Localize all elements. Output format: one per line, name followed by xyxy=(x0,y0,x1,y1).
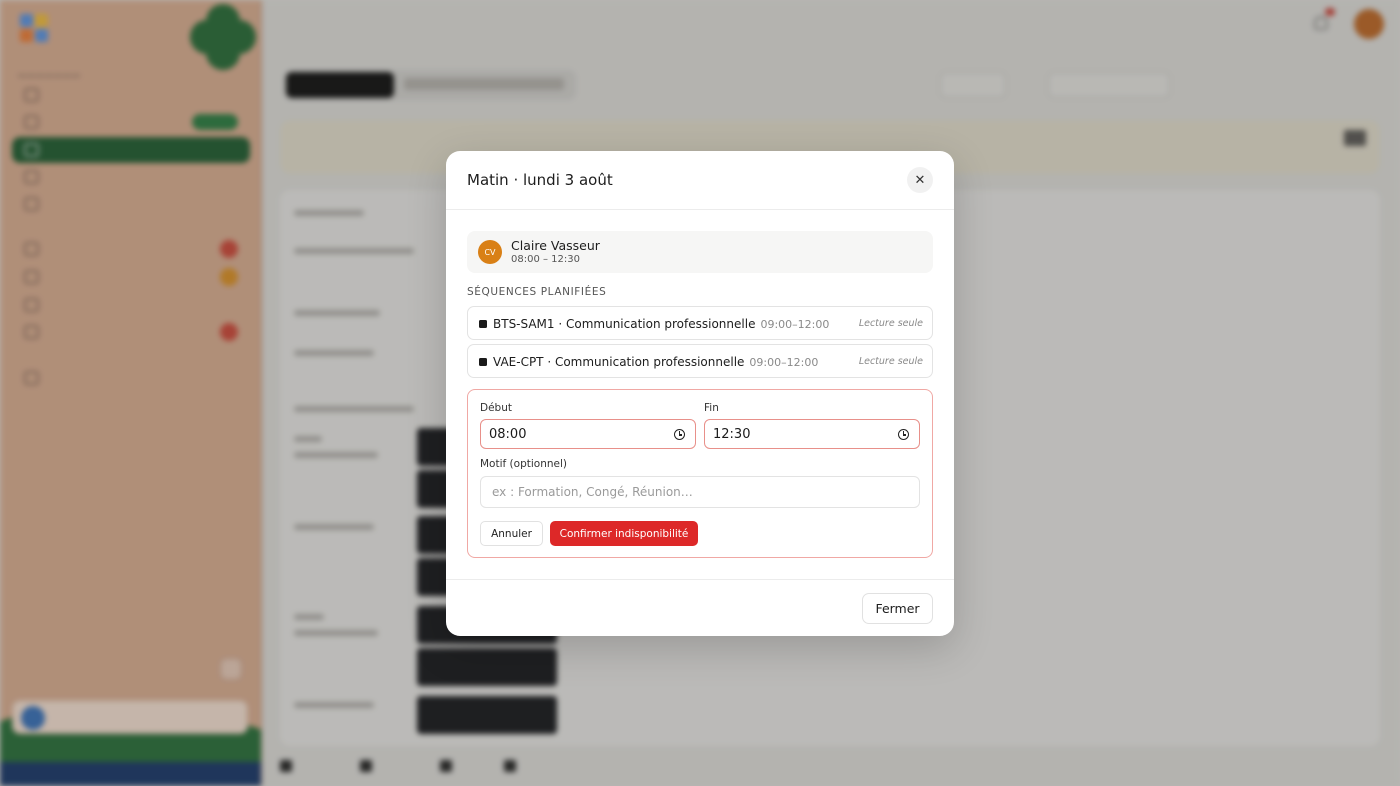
clock-icon[interactable] xyxy=(674,429,685,440)
end-label: Fin xyxy=(704,402,719,414)
dialog-title: Matin · lundi 3 août xyxy=(467,171,613,189)
end-time-input[interactable]: 12:30 xyxy=(704,419,920,449)
close-icon: ✕ xyxy=(914,172,926,188)
close-dialog-button[interactable]: Fermer xyxy=(862,593,933,624)
divider xyxy=(446,579,954,580)
sequence-title: VAE-CPT · Communication professionnelle xyxy=(493,355,745,369)
sequence-item: VAE-CPT · Communication professionnelle 0… xyxy=(467,344,933,378)
person-time-range: 08:00 – 12:30 xyxy=(511,254,580,265)
section-heading: SÉQUENCES PLANIFIÉES xyxy=(467,286,607,298)
read-only-label: Lecture seule xyxy=(858,356,923,367)
read-only-label: Lecture seule xyxy=(858,318,923,329)
sequence-time: 09:00–12:00 xyxy=(760,318,830,331)
color-swatch xyxy=(479,358,487,366)
cancel-button[interactable]: Annuler xyxy=(480,521,543,546)
person-name: Claire Vasseur xyxy=(511,238,600,253)
sequence-item: BTS-SAM1 · Communication professionnelle… xyxy=(467,306,933,340)
unavailability-form: Début 08:00 Fin 12:30 Motif (optionnel) … xyxy=(467,389,933,558)
color-swatch xyxy=(479,320,487,328)
close-button[interactable]: ✕ xyxy=(907,167,933,193)
reason-input[interactable] xyxy=(480,476,920,508)
end-time-value: 12:30 xyxy=(713,427,751,442)
avatar: CV xyxy=(478,240,502,264)
confirm-unavailability-button[interactable]: Confirmer indisponibilité xyxy=(550,521,698,546)
clock-icon[interactable] xyxy=(898,429,909,440)
start-label: Début xyxy=(480,402,512,414)
availability-dialog: Matin · lundi 3 août ✕ CV Claire Vasseur… xyxy=(446,151,954,636)
dialog-header: Matin · lundi 3 août ✕ xyxy=(446,151,954,210)
sequence-title: BTS-SAM1 · Communication professionnelle xyxy=(493,317,756,331)
sequence-time: 09:00–12:00 xyxy=(749,356,819,369)
start-time-input[interactable]: 08:00 xyxy=(480,419,696,449)
person-card: CV Claire Vasseur 08:00 – 12:30 xyxy=(467,231,933,273)
reason-label: Motif (optionnel) xyxy=(480,458,567,470)
start-time-value: 08:00 xyxy=(489,427,527,442)
